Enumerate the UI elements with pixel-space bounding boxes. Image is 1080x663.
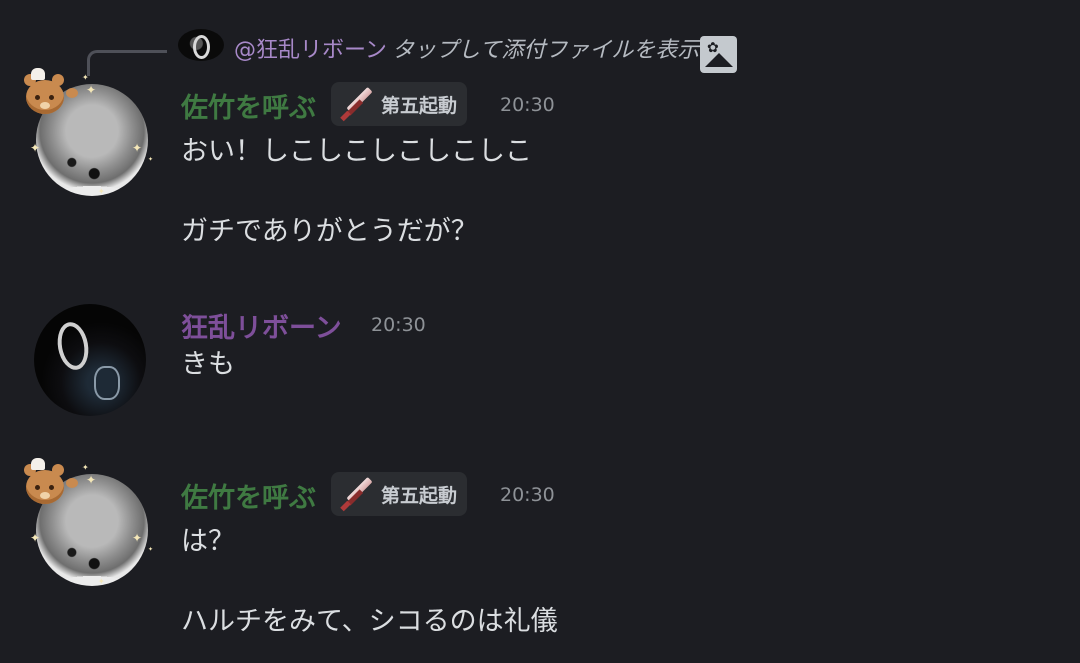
role-badge[interactable]: 第五起動 bbox=[331, 82, 468, 126]
sword-icon bbox=[340, 476, 375, 512]
message-text: は？ bbox=[181, 526, 235, 557]
avatar-kyouran[interactable] bbox=[34, 304, 146, 416]
message-timestamp[interactable]: 20:30 bbox=[500, 94, 555, 116]
avatar-satake[interactable] bbox=[36, 84, 148, 196]
message-timestamp[interactable]: 20:30 bbox=[500, 484, 555, 506]
author-name[interactable]: 佐竹を呼ぶ bbox=[181, 86, 316, 125]
role-name: 第五起動 bbox=[381, 94, 458, 117]
sparkle-icon: ✦ bbox=[148, 546, 154, 553]
mountain-glyph bbox=[705, 53, 733, 67]
reply-author-avatar[interactable] bbox=[178, 29, 224, 61]
reply-connector bbox=[87, 50, 167, 76]
message-text: ハルチをみて、シコるのは礼儀 bbox=[181, 606, 558, 637]
sparkle-icon: ✦ bbox=[82, 463, 89, 472]
message-text: おい！しこしこしこしこしこ bbox=[181, 136, 532, 167]
role-badge[interactable]: 第五起動 bbox=[331, 472, 468, 516]
image-icon[interactable]: ✿ bbox=[700, 36, 737, 73]
message-text: ガチでありがとうだが？ bbox=[181, 216, 478, 247]
message-timestamp[interactable]: 20:30 bbox=[371, 314, 426, 336]
message-text: きも bbox=[181, 349, 235, 380]
sparkle-icon: ✦ bbox=[148, 156, 154, 163]
author-name[interactable]: 狂乱リボーン bbox=[181, 306, 342, 345]
author-name[interactable]: 佐竹を呼ぶ bbox=[181, 476, 316, 515]
role-name: 第五起動 bbox=[381, 484, 458, 507]
reply-attachment-text[interactable]: タップして添付ファイルを表示 bbox=[392, 32, 699, 64]
sword-icon bbox=[340, 86, 375, 122]
reply-mention[interactable]: @狂乱リボーン bbox=[234, 32, 387, 64]
avatar-satake[interactable] bbox=[36, 474, 148, 586]
